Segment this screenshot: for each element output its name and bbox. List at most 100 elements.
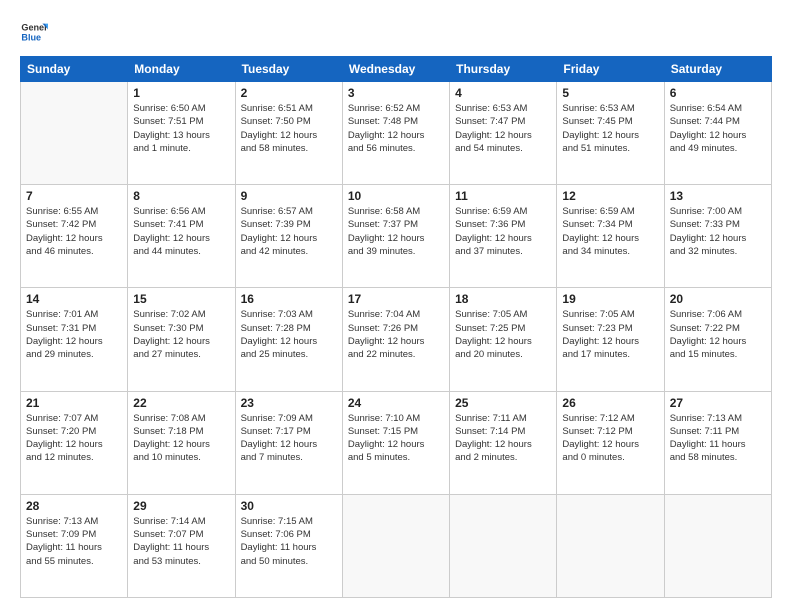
- calendar-cell: 10 Sunrise: 6:58 AM Sunset: 7:37 PM Dayli…: [342, 185, 449, 288]
- calendar-cell: 22 Sunrise: 7:08 AM Sunset: 7:18 PM Dayli…: [128, 391, 235, 494]
- calendar-cell: 3 Sunrise: 6:52 AM Sunset: 7:48 PM Daylig…: [342, 82, 449, 185]
- calendar-cell: 24 Sunrise: 7:10 AM Sunset: 7:15 PM Dayli…: [342, 391, 449, 494]
- calendar-cell: 13 Sunrise: 7:00 AM Sunset: 7:33 PM Dayli…: [664, 185, 771, 288]
- calendar-cell: 29 Sunrise: 7:14 AM Sunset: 7:07 PM Dayli…: [128, 494, 235, 597]
- calendar-cell: [664, 494, 771, 597]
- calendar-cell: 17 Sunrise: 7:04 AM Sunset: 7:26 PM Dayli…: [342, 288, 449, 391]
- day-number: 10: [348, 189, 444, 203]
- day-info: Sunrise: 7:01 AM Sunset: 7:31 PM Dayligh…: [26, 308, 122, 361]
- day-number: 8: [133, 189, 229, 203]
- calendar-week-1: 1 Sunrise: 6:50 AM Sunset: 7:51 PM Daylig…: [21, 82, 772, 185]
- day-info: Sunrise: 7:06 AM Sunset: 7:22 PM Dayligh…: [670, 308, 766, 361]
- day-number: 26: [562, 396, 658, 410]
- calendar-cell: 15 Sunrise: 7:02 AM Sunset: 7:30 PM Dayli…: [128, 288, 235, 391]
- day-info: Sunrise: 6:55 AM Sunset: 7:42 PM Dayligh…: [26, 205, 122, 258]
- day-number: 2: [241, 86, 337, 100]
- calendar-cell: 18 Sunrise: 7:05 AM Sunset: 7:25 PM Dayli…: [450, 288, 557, 391]
- day-info: Sunrise: 7:04 AM Sunset: 7:26 PM Dayligh…: [348, 308, 444, 361]
- calendar-cell: 23 Sunrise: 7:09 AM Sunset: 7:17 PM Dayli…: [235, 391, 342, 494]
- day-info: Sunrise: 6:53 AM Sunset: 7:45 PM Dayligh…: [562, 102, 658, 155]
- calendar-cell: [557, 494, 664, 597]
- day-number: 22: [133, 396, 229, 410]
- day-info: Sunrise: 7:13 AM Sunset: 7:09 PM Dayligh…: [26, 515, 122, 568]
- calendar-cell: 8 Sunrise: 6:56 AM Sunset: 7:41 PM Daylig…: [128, 185, 235, 288]
- calendar-cell: [21, 82, 128, 185]
- calendar-cell: 30 Sunrise: 7:15 AM Sunset: 7:06 PM Dayli…: [235, 494, 342, 597]
- calendar-header-row: SundayMondayTuesdayWednesdayThursdayFrid…: [21, 57, 772, 82]
- day-header-friday: Friday: [557, 57, 664, 82]
- day-info: Sunrise: 7:09 AM Sunset: 7:17 PM Dayligh…: [241, 412, 337, 465]
- calendar-week-5: 28 Sunrise: 7:13 AM Sunset: 7:09 PM Dayli…: [21, 494, 772, 597]
- day-info: Sunrise: 7:08 AM Sunset: 7:18 PM Dayligh…: [133, 412, 229, 465]
- calendar-cell: 14Sunrise: 7:01 AM Sunset: 7:31 PM Dayli…: [21, 288, 128, 391]
- day-info: Sunrise: 7:02 AM Sunset: 7:30 PM Dayligh…: [133, 308, 229, 361]
- day-number: 18: [455, 292, 551, 306]
- day-number: 7: [26, 189, 122, 203]
- day-number: 24: [348, 396, 444, 410]
- day-info: Sunrise: 7:03 AM Sunset: 7:28 PM Dayligh…: [241, 308, 337, 361]
- calendar-cell: 16 Sunrise: 7:03 AM Sunset: 7:28 PM Dayli…: [235, 288, 342, 391]
- day-number: 27: [670, 396, 766, 410]
- day-info: Sunrise: 7:07 AM Sunset: 7:20 PM Dayligh…: [26, 412, 122, 465]
- svg-text:Blue: Blue: [21, 32, 41, 42]
- calendar-week-3: 14Sunrise: 7:01 AM Sunset: 7:31 PM Dayli…: [21, 288, 772, 391]
- calendar-cell: 27 Sunrise: 7:13 AM Sunset: 7:11 PM Dayli…: [664, 391, 771, 494]
- calendar-cell: 6Sunrise: 6:54 AM Sunset: 7:44 PM Daylig…: [664, 82, 771, 185]
- day-info: Sunrise: 6:50 AM Sunset: 7:51 PM Dayligh…: [133, 102, 229, 155]
- day-number: 13: [670, 189, 766, 203]
- page-header: General Blue: [20, 18, 772, 46]
- day-number: 19: [562, 292, 658, 306]
- day-info: Sunrise: 6:51 AM Sunset: 7:50 PM Dayligh…: [241, 102, 337, 155]
- day-info: Sunrise: 7:05 AM Sunset: 7:23 PM Dayligh…: [562, 308, 658, 361]
- calendar-cell: 12 Sunrise: 6:59 AM Sunset: 7:34 PM Dayli…: [557, 185, 664, 288]
- day-number: 29: [133, 499, 229, 513]
- calendar-cell: 11Sunrise: 6:59 AM Sunset: 7:36 PM Dayli…: [450, 185, 557, 288]
- day-info: Sunrise: 6:56 AM Sunset: 7:41 PM Dayligh…: [133, 205, 229, 258]
- day-info: Sunrise: 7:14 AM Sunset: 7:07 PM Dayligh…: [133, 515, 229, 568]
- day-info: Sunrise: 7:05 AM Sunset: 7:25 PM Dayligh…: [455, 308, 551, 361]
- day-number: 30: [241, 499, 337, 513]
- calendar-week-4: 21Sunrise: 7:07 AM Sunset: 7:20 PM Dayli…: [21, 391, 772, 494]
- calendar-cell: 1 Sunrise: 6:50 AM Sunset: 7:51 PM Daylig…: [128, 82, 235, 185]
- day-header-tuesday: Tuesday: [235, 57, 342, 82]
- calendar-cell: 28 Sunrise: 7:13 AM Sunset: 7:09 PM Dayli…: [21, 494, 128, 597]
- calendar-cell: 25 Sunrise: 7:11 AM Sunset: 7:14 PM Dayli…: [450, 391, 557, 494]
- logo-icon: General Blue: [20, 18, 48, 46]
- day-number: 1: [133, 86, 229, 100]
- day-number: 28: [26, 499, 122, 513]
- calendar-week-2: 7 Sunrise: 6:55 AM Sunset: 7:42 PM Daylig…: [21, 185, 772, 288]
- logo: General Blue: [20, 18, 48, 46]
- day-info: Sunrise: 7:15 AM Sunset: 7:06 PM Dayligh…: [241, 515, 337, 568]
- calendar-cell: 21Sunrise: 7:07 AM Sunset: 7:20 PM Dayli…: [21, 391, 128, 494]
- day-number: 17: [348, 292, 444, 306]
- calendar-cell: [450, 494, 557, 597]
- day-info: Sunrise: 7:11 AM Sunset: 7:14 PM Dayligh…: [455, 412, 551, 465]
- day-info: Sunrise: 7:10 AM Sunset: 7:15 PM Dayligh…: [348, 412, 444, 465]
- calendar-cell: [342, 494, 449, 597]
- calendar-cell: 2 Sunrise: 6:51 AM Sunset: 7:50 PM Daylig…: [235, 82, 342, 185]
- day-number: 20: [670, 292, 766, 306]
- day-header-sunday: Sunday: [21, 57, 128, 82]
- day-number: 6: [670, 86, 766, 100]
- day-number: 15: [133, 292, 229, 306]
- day-info: Sunrise: 6:52 AM Sunset: 7:48 PM Dayligh…: [348, 102, 444, 155]
- calendar-cell: 4 Sunrise: 6:53 AM Sunset: 7:47 PM Daylig…: [450, 82, 557, 185]
- day-header-wednesday: Wednesday: [342, 57, 449, 82]
- calendar-cell: 7 Sunrise: 6:55 AM Sunset: 7:42 PM Daylig…: [21, 185, 128, 288]
- day-info: Sunrise: 7:00 AM Sunset: 7:33 PM Dayligh…: [670, 205, 766, 258]
- day-info: Sunrise: 7:13 AM Sunset: 7:11 PM Dayligh…: [670, 412, 766, 465]
- day-number: 23: [241, 396, 337, 410]
- day-number: 16: [241, 292, 337, 306]
- day-number: 25: [455, 396, 551, 410]
- day-info: Sunrise: 7:12 AM Sunset: 7:12 PM Dayligh…: [562, 412, 658, 465]
- day-number: 12: [562, 189, 658, 203]
- calendar-table: SundayMondayTuesdayWednesdayThursdayFrid…: [20, 56, 772, 598]
- day-number: 4: [455, 86, 551, 100]
- day-info: Sunrise: 6:59 AM Sunset: 7:34 PM Dayligh…: [562, 205, 658, 258]
- calendar-cell: 19 Sunrise: 7:05 AM Sunset: 7:23 PM Dayli…: [557, 288, 664, 391]
- day-number: 3: [348, 86, 444, 100]
- day-info: Sunrise: 6:53 AM Sunset: 7:47 PM Dayligh…: [455, 102, 551, 155]
- day-header-saturday: Saturday: [664, 57, 771, 82]
- day-info: Sunrise: 6:58 AM Sunset: 7:37 PM Dayligh…: [348, 205, 444, 258]
- day-info: Sunrise: 6:57 AM Sunset: 7:39 PM Dayligh…: [241, 205, 337, 258]
